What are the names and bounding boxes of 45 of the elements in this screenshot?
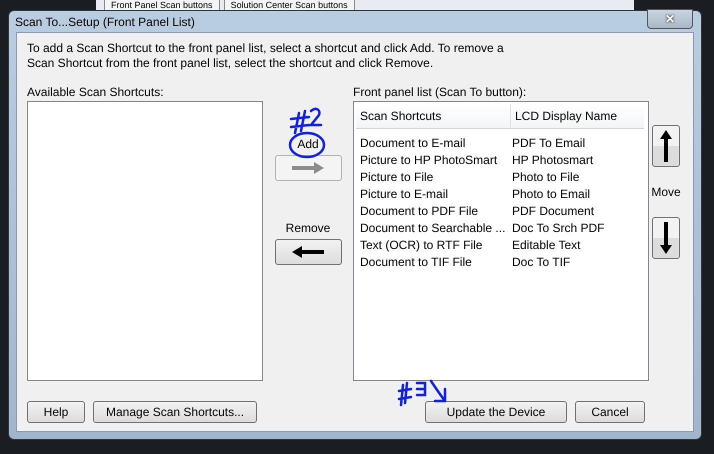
move-up-button[interactable] — [652, 125, 680, 167]
transfer-button[interactable] — [274, 239, 342, 265]
column-header[interactable]: LCD Display Name — [511, 109, 618, 123]
list-cell: Doc To Srch PDF — [512, 220, 604, 237]
list-cell: Editable Text — [512, 237, 580, 254]
dialog-button[interactable]: Cancel — [575, 401, 645, 423]
left-arrow-icon — [290, 245, 326, 259]
list-cell-text: Document to TIF File — [360, 254, 473, 271]
list-cell-text: Document to Searchable ... — [360, 220, 506, 237]
move-label: Move — [651, 185, 681, 199]
down-arrow-icon — [660, 222, 672, 254]
window-title: Scan To...Setup (Front Panel List) — [15, 14, 195, 28]
list-cell-text: Document to PDF File — [360, 203, 480, 220]
front-panel-label: Front panel list (Scan To button): — [353, 85, 528, 99]
instructions-text: To add a Scan Shortcut to the front panel list, select a shortcut and click Add. To remove a Scan Shortcut from the front panel list, select the shortcut and click Remove. — [27, 41, 505, 71]
list-cell: Photo to Email — [512, 186, 590, 203]
list-row[interactable]: Document to TIF File Doc To TIF — [354, 254, 648, 271]
list-cell: Photo to File — [512, 169, 580, 186]
list-cell-text: Picture to HP PhotoSmart — [360, 152, 498, 169]
move-down-button[interactable] — [652, 217, 680, 259]
list-cell-text: Picture to E-mail — [360, 186, 450, 203]
list-cell-text: Document to E-mail — [360, 135, 466, 152]
list-cell: HP Photosmart — [512, 152, 594, 169]
front-panel-list[interactable] — [353, 101, 649, 381]
column-header[interactable]: Scan Shortcuts — [356, 104, 511, 128]
transfer-label: Remove — [286, 221, 330, 235]
transfer-label: Add — [297, 137, 319, 151]
list-cell: PDF To Email — [512, 135, 586, 152]
list-cell: PDF Document — [512, 203, 594, 220]
dialog-button[interactable]: Manage Scan Shortcuts... — [93, 401, 258, 423]
list-row[interactable]: Text (OCR) to RTF File Editable Text — [354, 237, 648, 254]
list-cell: Doc To TIF — [512, 254, 570, 271]
right-arrow-icon — [290, 161, 326, 175]
list-row[interactable]: Document to E-mail PDF To Email — [354, 135, 648, 152]
list-row[interactable]: Document to PDF File PDF Document — [354, 203, 648, 220]
list-row[interactable]: Document to Searchable ... Doc To Srch PDF — [354, 220, 648, 237]
up-arrow-icon — [660, 130, 672, 162]
list-cell-text: Picture to File — [360, 169, 434, 186]
list-cell-text: Text (OCR) to RTF File — [360, 237, 484, 254]
list-row[interactable]: Picture to E-mail Photo to Email — [354, 186, 648, 203]
dialog-button[interactable]: Help — [27, 401, 85, 423]
available-label: Available Scan Shortcuts: — [27, 85, 165, 99]
list-row[interactable]: Picture to HP PhotoSmart HP Photosmart — [354, 152, 648, 169]
dialog-button[interactable]: Update the Device — [425, 401, 567, 423]
list-row[interactable]: Picture to File Photo to File — [354, 169, 648, 186]
